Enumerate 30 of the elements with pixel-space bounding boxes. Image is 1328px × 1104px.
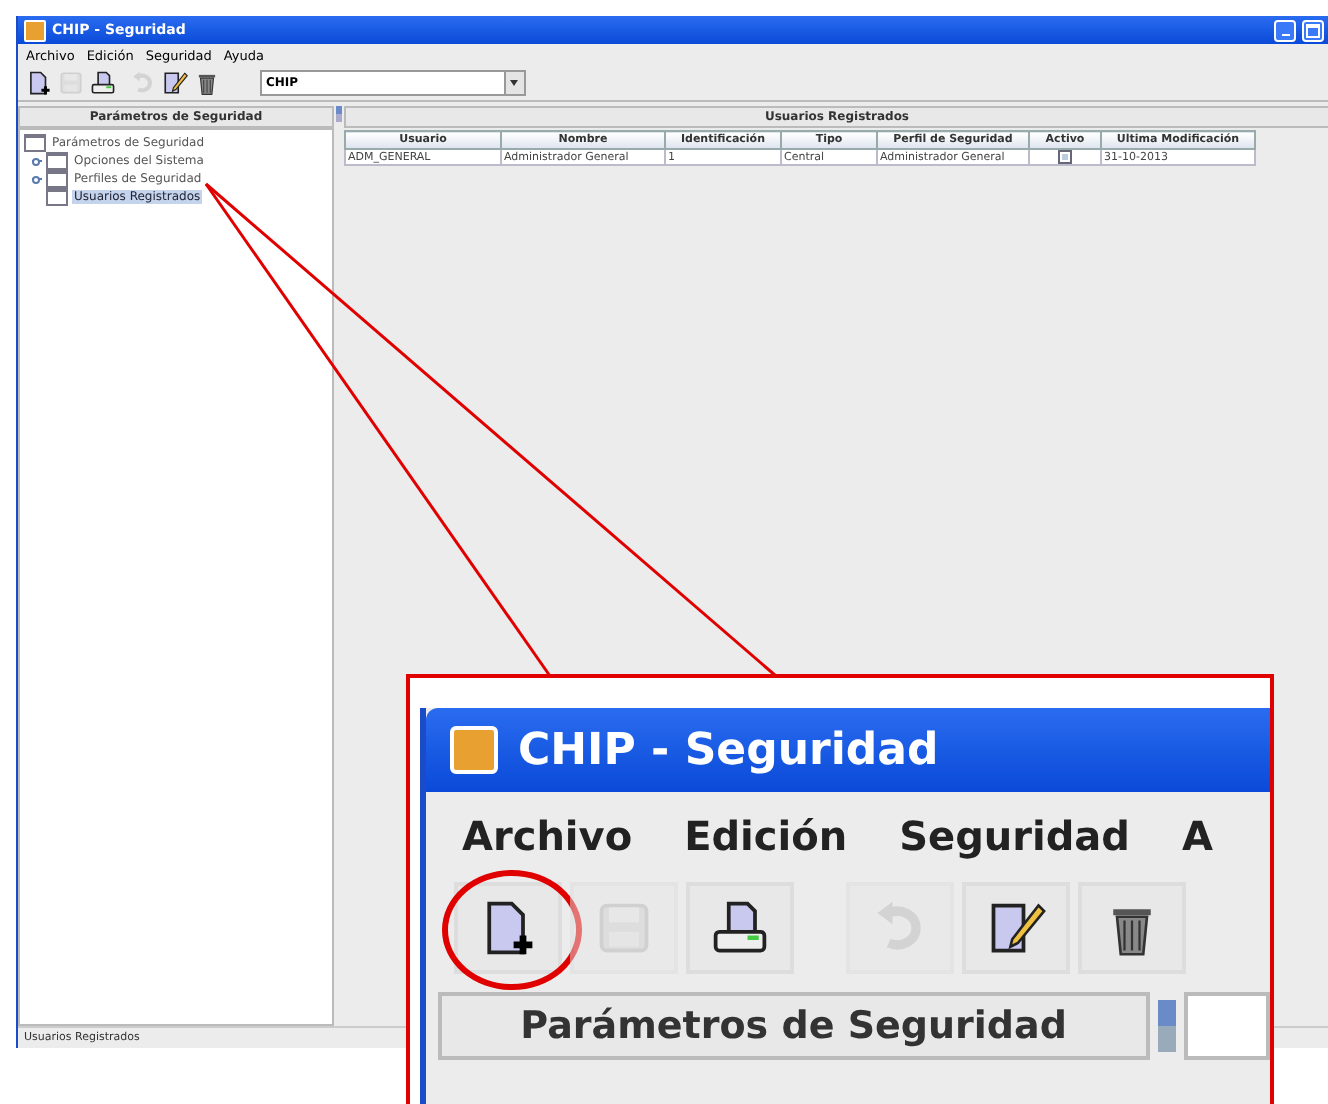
printer-icon xyxy=(710,898,770,958)
document-pencil-icon xyxy=(986,898,1046,958)
new-button[interactable] xyxy=(24,68,54,98)
splitter-arrows-icon xyxy=(1157,1000,1175,1052)
expand-handle-icon[interactable] xyxy=(32,156,42,166)
panel-header: Parámetros de Seguridad xyxy=(438,992,1150,1060)
delete-button[interactable] xyxy=(1078,882,1186,974)
document-pencil-icon xyxy=(162,70,188,96)
window-title: CHIP - Seguridad xyxy=(518,725,939,775)
expand-handle-icon[interactable] xyxy=(32,174,42,184)
maximize-button[interactable] xyxy=(1302,19,1324,41)
folder-icon xyxy=(24,134,46,152)
menu-item[interactable]: Archivo xyxy=(462,812,633,860)
print-button[interactable] xyxy=(88,68,118,98)
folder-icon xyxy=(46,188,68,206)
menu-item[interactable]: Edición xyxy=(684,812,848,860)
undo-arrow-icon xyxy=(130,70,156,96)
printer-icon xyxy=(90,70,116,96)
print-button[interactable] xyxy=(686,882,794,974)
document-plus-icon xyxy=(26,70,52,96)
menu-item[interactable]: Seguridad xyxy=(899,812,1130,860)
menu-item[interactable]: A xyxy=(1181,812,1213,860)
folder-icon xyxy=(46,170,68,188)
checkbox[interactable] xyxy=(1058,150,1072,164)
new-button[interactable] xyxy=(454,882,562,974)
trash-icon xyxy=(194,70,220,96)
edit-button[interactable] xyxy=(962,882,1070,974)
edit-button[interactable] xyxy=(160,68,190,98)
minimize-button[interactable] xyxy=(1274,19,1296,41)
folder-icon xyxy=(46,152,68,170)
